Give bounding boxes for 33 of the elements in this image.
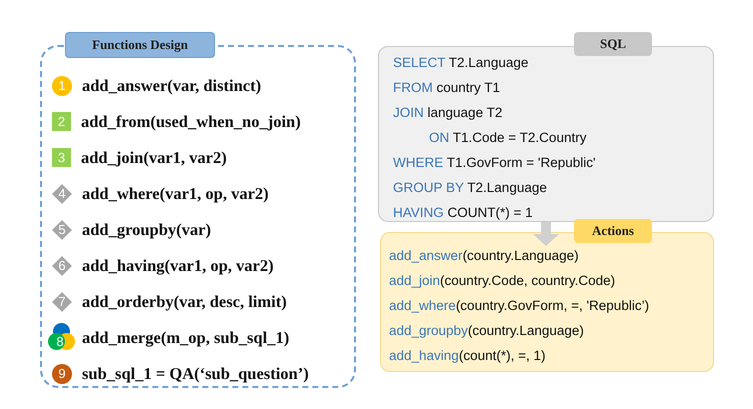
sql-line: GROUP BY T2.Language — [393, 179, 548, 197]
panel-title: SQL — [574, 32, 652, 56]
function-signature: add_answer(var, distinct) — [82, 76, 262, 96]
number-badge: 1 — [52, 76, 72, 96]
function-signature: add_merge(m_op, sub_sql_1) — [82, 328, 290, 348]
action-line: add_join(country.Code, country.Code) — [389, 272, 616, 290]
action-line: add_having(count(*), =, 1) — [389, 347, 546, 365]
number-badge: 3 — [52, 148, 71, 167]
function-signature: add_having(var1, op, var2) — [82, 256, 274, 276]
function-signature: add_from(used_when_no_join) — [81, 112, 301, 132]
number-badge: 8 — [48, 322, 74, 352]
number-badge: 9 — [52, 364, 72, 384]
function-signature: sub_sql_1 = QA(‘sub_question’) — [82, 364, 309, 384]
number-badge: 7 — [52, 292, 72, 312]
sql-line: JOIN language T2 — [393, 104, 504, 122]
number-badge: 4 — [52, 184, 72, 204]
panel-title: Functions Design — [65, 32, 215, 58]
sql-line: FROM country T1 — [393, 79, 502, 97]
function-signature: add_groupby(var) — [82, 220, 211, 240]
action-line: add_answer(country.Language) — [389, 247, 580, 265]
sql-line: HAVING COUNT(*) = 1 — [393, 204, 534, 222]
number-badge: 5 — [52, 220, 72, 240]
function-signature: add_orderby(var, desc, limit) — [82, 292, 287, 312]
function-signature: add_join(var1, var2) — [81, 148, 227, 168]
number-badge: 6 — [52, 256, 72, 276]
function-signature: add_where(var1, op, var2) — [82, 184, 269, 204]
action-line: add_groupby(country.Language) — [389, 322, 585, 340]
sql-line: WHERE T1.GovForm = 'Republic' — [393, 154, 597, 172]
number-badge: 2 — [52, 112, 71, 131]
sql-line: ON T1.Code = T2.Country — [428, 129, 588, 147]
action-line: add_where(country.GovForm, =, 'Republic’) — [389, 297, 650, 315]
panel-title: Actions — [574, 219, 652, 243]
sql-line: SELECT T2.Language — [393, 54, 530, 72]
